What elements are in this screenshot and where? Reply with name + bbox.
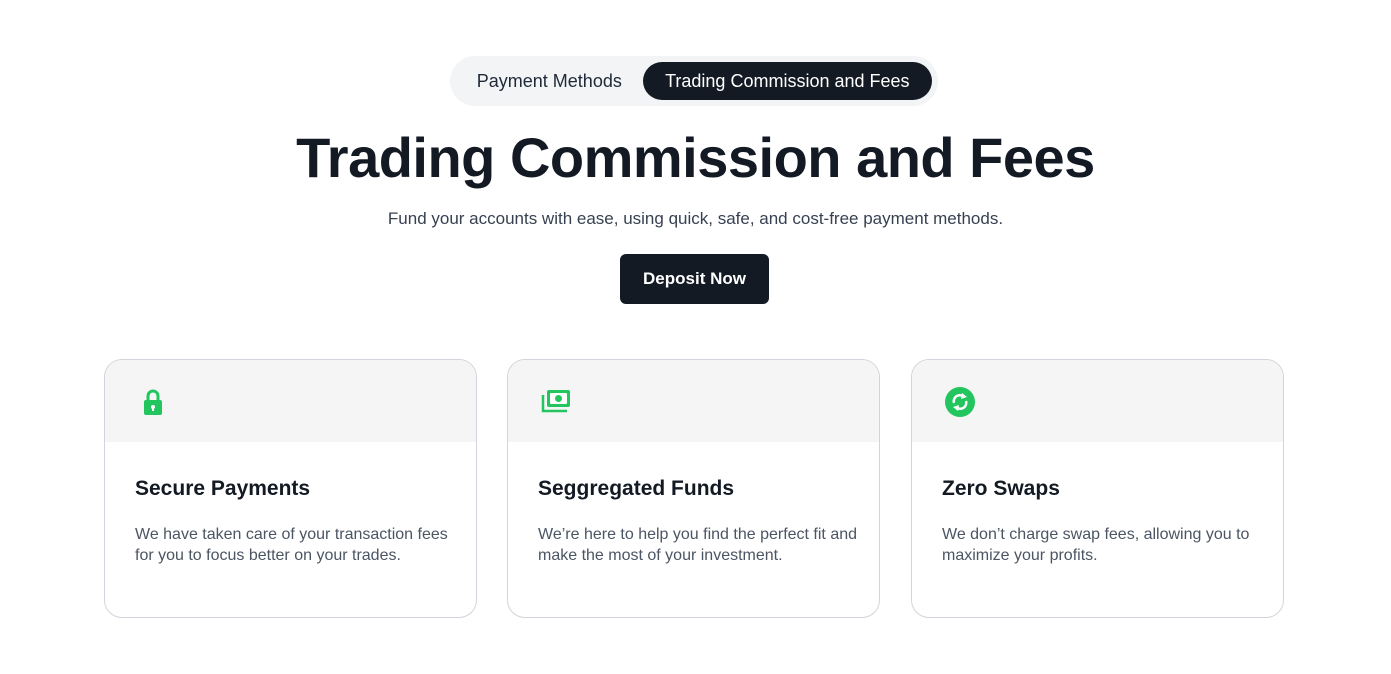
money-icon xyxy=(541,390,570,413)
exchange-icon xyxy=(945,387,975,417)
card-title: Secure Payments xyxy=(135,477,311,500)
tab-trading-commission-and-fees[interactable]: Trading Commission and Fees xyxy=(642,62,932,100)
tab-payment-methods[interactable]: Payment Methods xyxy=(456,62,643,100)
card-title: Seggregated Funds xyxy=(538,477,735,500)
card-description: We have taken care of your transaction f… xyxy=(135,526,448,564)
card-header xyxy=(105,360,476,442)
card-description: We don’t charge swap fees, allowing you … xyxy=(942,526,1250,564)
card-header xyxy=(508,360,879,442)
lock-icon xyxy=(144,389,162,415)
card-title: Zero Swaps xyxy=(942,477,1060,500)
deposit-now-button[interactable]: Deposit Now xyxy=(620,254,769,304)
card-description: We’re here to help you find the perfect … xyxy=(538,526,858,564)
card-header xyxy=(912,360,1283,442)
page-title: Trading Commission and Fees xyxy=(296,126,1095,189)
feature-card-zero-swaps: Zero Swaps We don’t charge swap fees, al… xyxy=(911,359,1284,618)
feature-card-secure-payments: Secure Payments We have taken care of yo… xyxy=(104,359,477,618)
tab-switcher: Payment Methods Trading Commission and F… xyxy=(450,56,938,106)
page-subtitle: Fund your accounts with ease, using quic… xyxy=(387,209,1004,228)
feature-card-seggregated-funds: Seggregated Funds We’re here to help you… xyxy=(507,359,880,618)
